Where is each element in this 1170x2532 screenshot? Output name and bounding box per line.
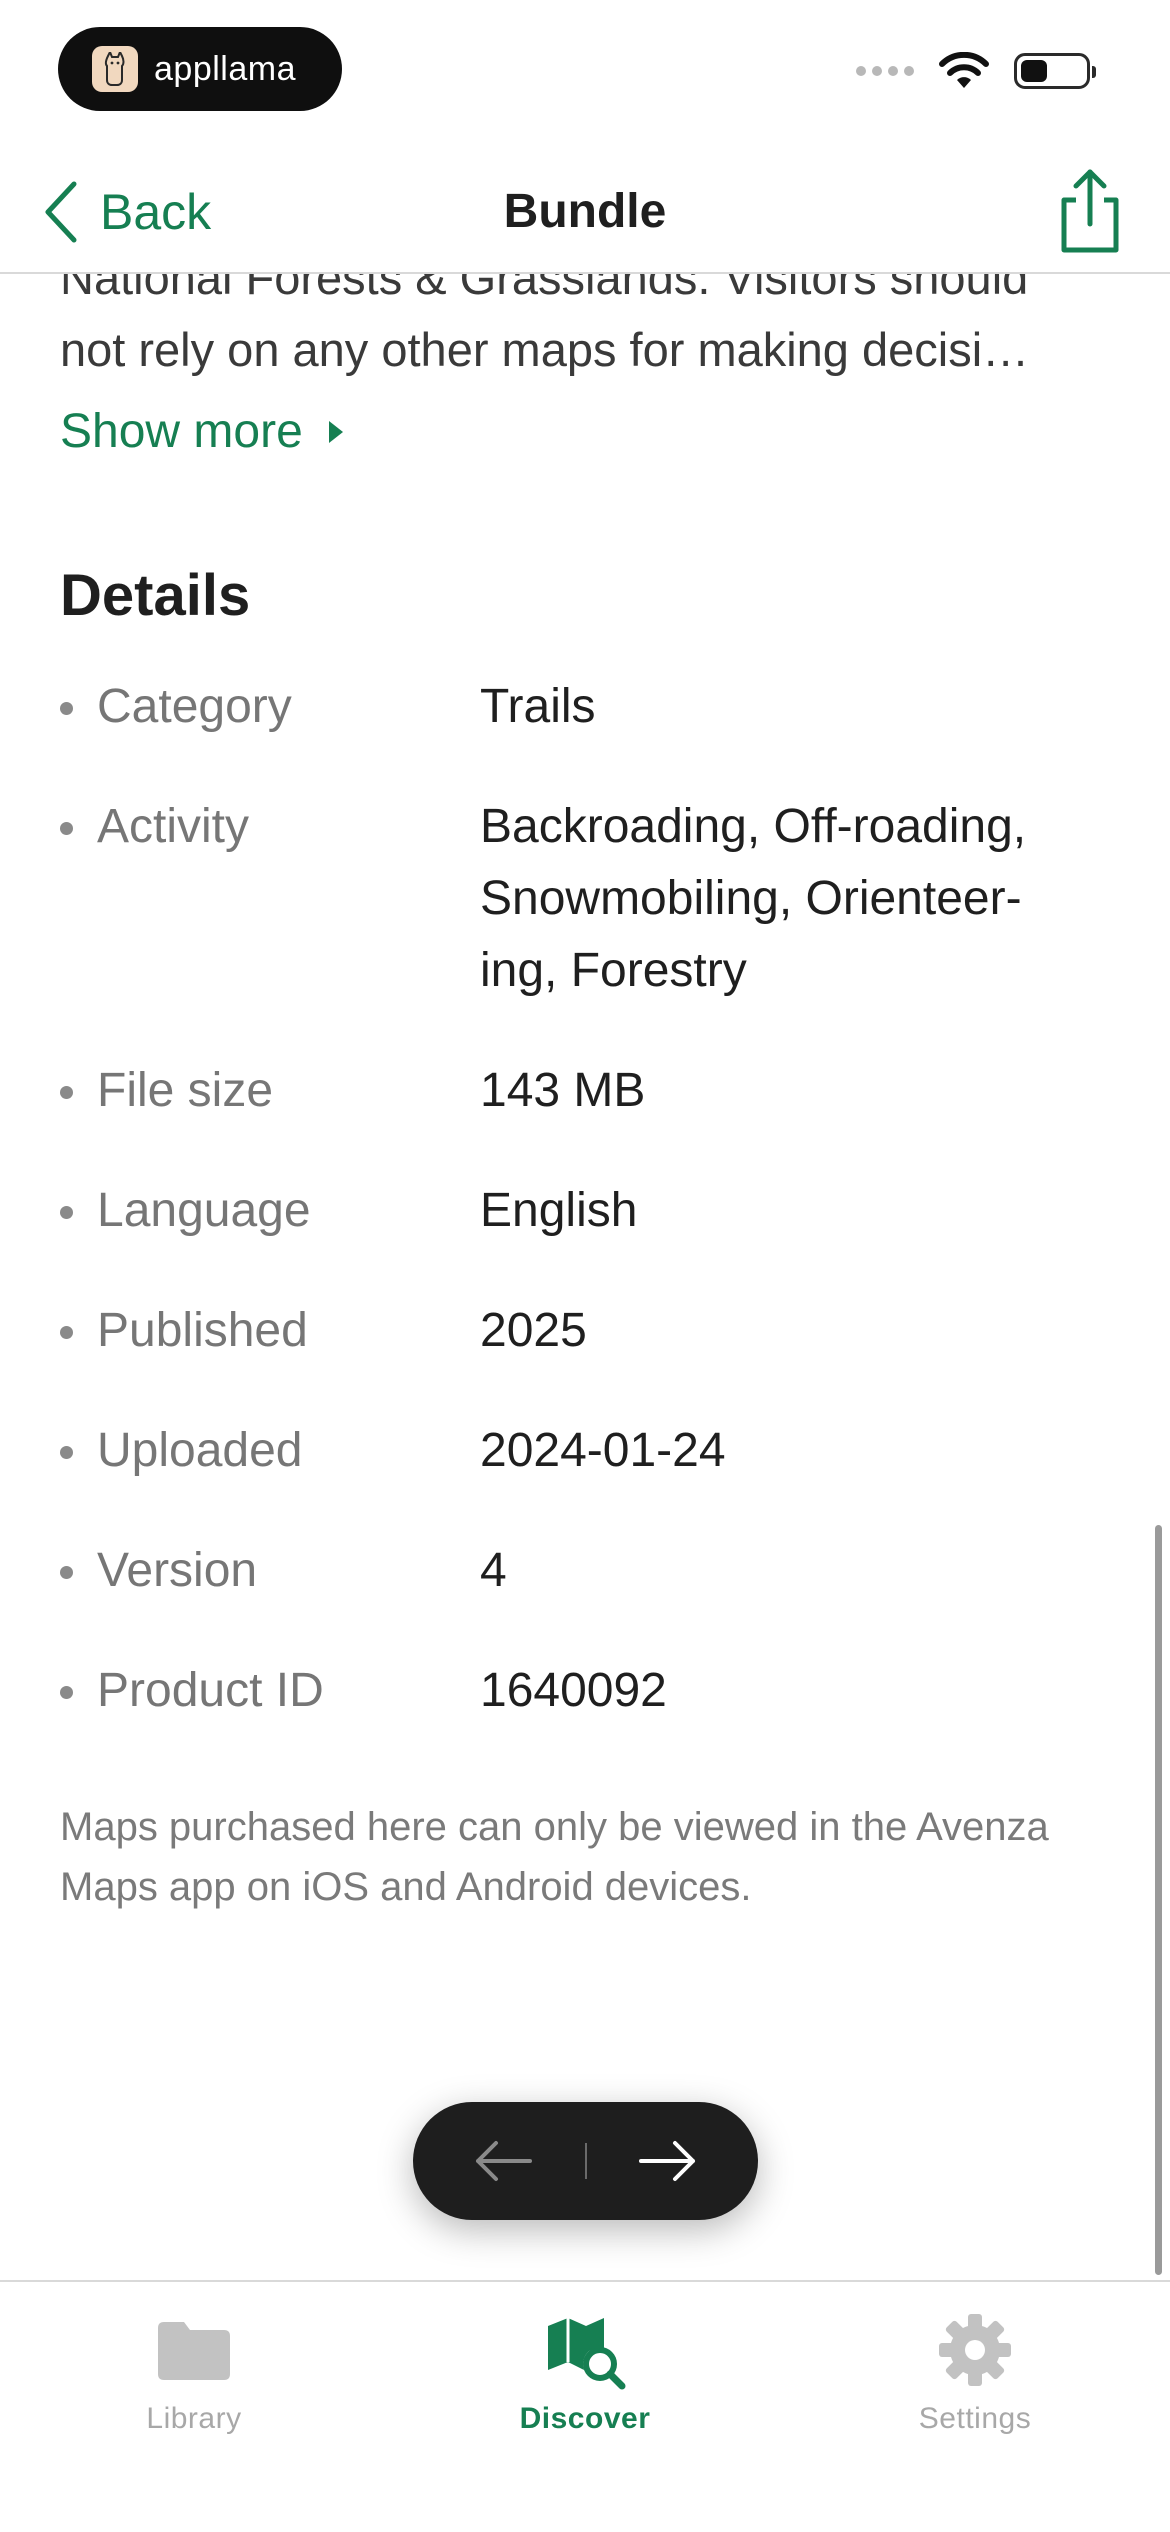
tab-label: Discover	[519, 2402, 651, 2435]
cellular-signal-icon	[856, 66, 914, 76]
details-heading: Details	[60, 563, 251, 628]
detail-label: Language	[60, 1175, 480, 1247]
tab-settings[interactable]: Settings	[825, 2300, 1125, 2436]
detail-value: 1640092	[480, 1664, 667, 1717]
share-button[interactable]	[1050, 164, 1130, 256]
detail-row-product-id: Product ID 1640092	[60, 1655, 1120, 1727]
arrow-left-icon	[476, 2141, 532, 2181]
arrow-right-icon	[639, 2141, 695, 2181]
battery-level	[1021, 60, 1047, 82]
detail-label: Uploaded	[60, 1415, 480, 1487]
show-more-label: Show more	[60, 405, 303, 458]
detail-label: File size	[60, 1055, 480, 1127]
llama-logo-icon	[92, 46, 138, 92]
details-list: Category Trails Activity Backroading, Of…	[60, 671, 1120, 1727]
gear-icon	[939, 2314, 1011, 2386]
detail-row-category: Category Trails	[60, 671, 1120, 743]
battery-icon	[1014, 53, 1096, 89]
purchase-disclaimer: Maps purchased here can only be viewed i…	[60, 1805, 1049, 1909]
pager-divider	[584, 2143, 587, 2179]
page: appllama Back Bundle National Forests & …	[0, 0, 1170, 2532]
status-bar: appllama	[0, 0, 1170, 150]
detail-label: Published	[60, 1295, 480, 1367]
tab-library[interactable]: Library	[44, 2300, 344, 2436]
map-search-icon	[548, 2318, 626, 2390]
detail-row-file-size: File size 143 MB	[60, 1055, 1120, 1127]
navigation-bar: Back Bundle	[0, 150, 1170, 274]
page-title: Bundle	[503, 185, 667, 238]
detail-label: Category	[60, 671, 480, 743]
brand-pill: appllama	[58, 27, 342, 111]
tab-discover[interactable]: Discover	[435, 2300, 735, 2436]
status-indicators	[856, 52, 1096, 90]
wifi-icon	[939, 52, 989, 88]
detail-label: Product ID	[60, 1655, 480, 1727]
detail-row-language: Language English	[60, 1175, 1120, 1247]
detail-row-uploaded: Uploaded 2024-01-24	[60, 1415, 1120, 1487]
bundle-content: National Forests & Grasslands. Visitors …	[60, 251, 1120, 1917]
detail-row-activity: Activity Backroading, Off-roading, Snowm…	[60, 791, 1120, 1007]
detail-value: 2025	[480, 1304, 587, 1357]
detail-row-version: Version 4	[60, 1535, 1120, 1607]
brand-name: appllama	[154, 49, 296, 88]
previous-button[interactable]	[469, 2126, 539, 2196]
show-more-button[interactable]: Show more	[60, 404, 1120, 459]
detail-label: Version	[60, 1535, 480, 1607]
scrollbar[interactable]	[1155, 1525, 1162, 2275]
folder-icon	[158, 2322, 230, 2380]
description-line: not rely on any other maps for making de…	[60, 323, 1030, 376]
triangle-right-icon	[328, 420, 343, 443]
detail-value: 4	[480, 1544, 507, 1597]
detail-value: English	[480, 1184, 638, 1237]
next-button[interactable]	[632, 2126, 702, 2196]
tab-label: Library	[146, 2402, 242, 2435]
detail-value: Backroading, Off-roading, Snowmobiling, …	[480, 800, 1027, 997]
tab-label: Settings	[918, 2402, 1032, 2435]
detail-row-published: Published 2025	[60, 1295, 1120, 1367]
detail-value: 143 MB	[480, 1064, 646, 1117]
detail-value: Trails	[480, 680, 596, 733]
page-navigator	[413, 2102, 758, 2220]
share-icon	[1061, 169, 1119, 253]
detail-value: 2024-01-24	[480, 1424, 726, 1477]
detail-label: Activity	[60, 791, 480, 1007]
tab-bar: Library Discover Settings	[0, 2280, 1170, 2532]
